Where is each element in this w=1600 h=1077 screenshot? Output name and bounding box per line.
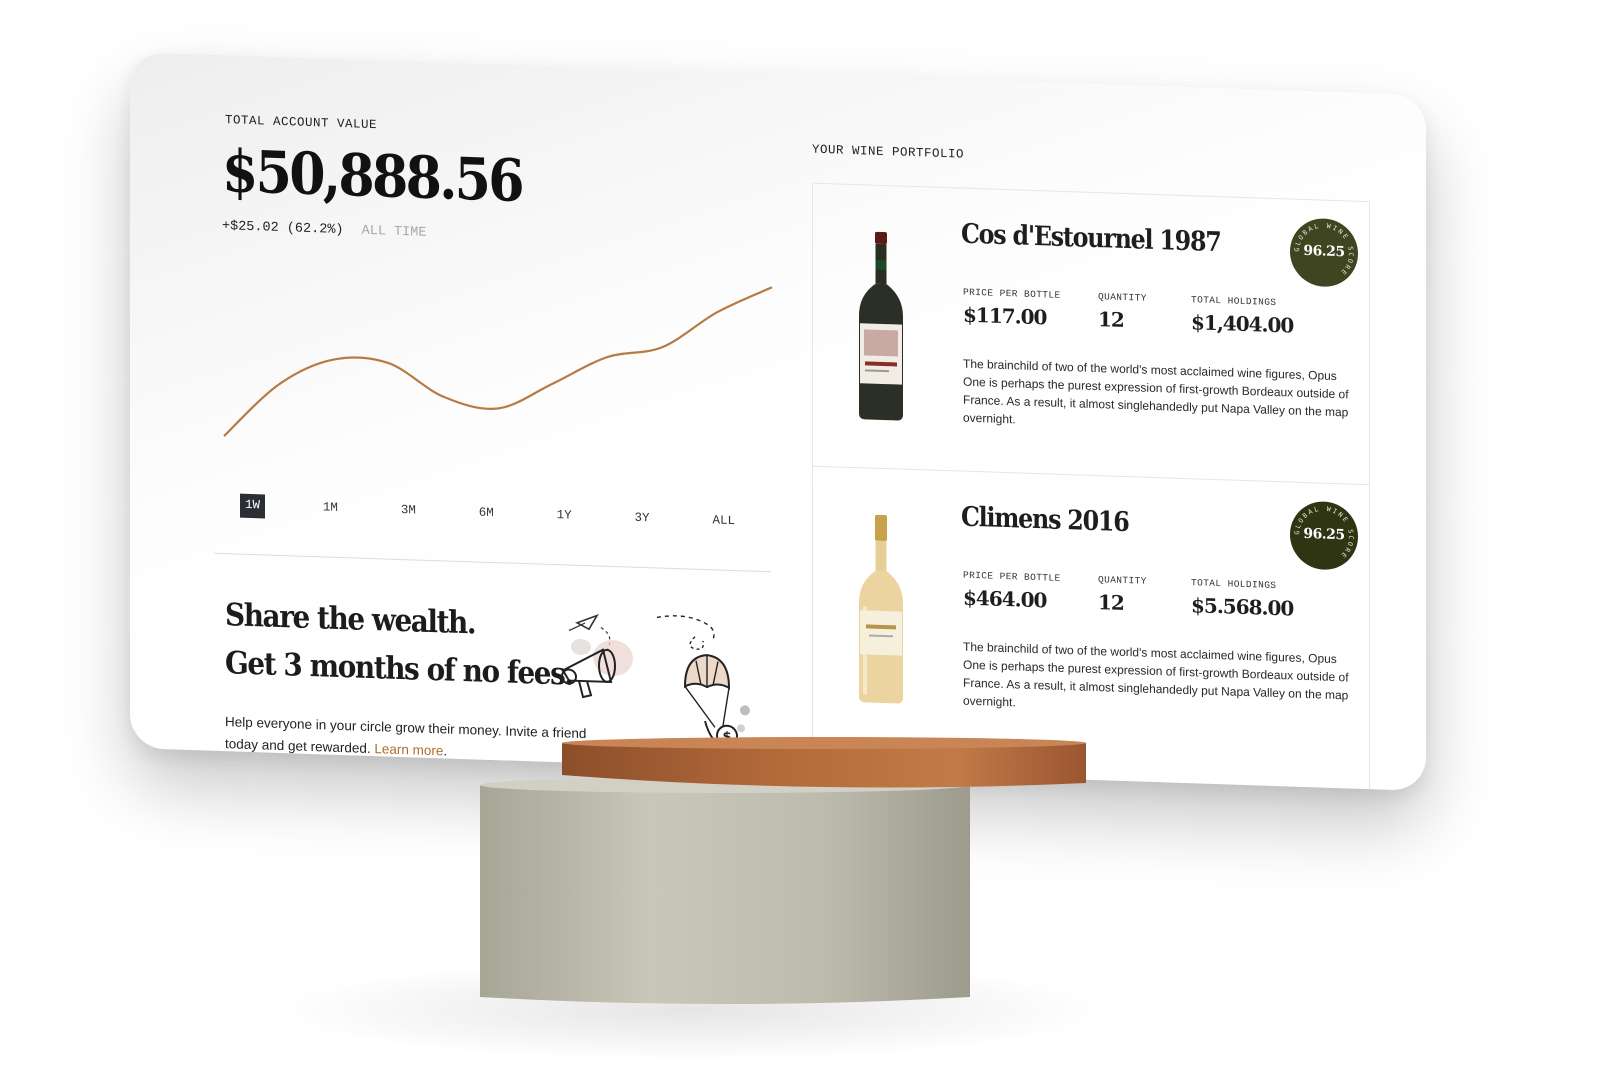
wine-name: Climens 2016 bbox=[961, 501, 1129, 539]
wine-score-badge: GLOBAL WINE SCORE 96.25 bbox=[1290, 500, 1358, 571]
range-button-1m[interactable]: 1M bbox=[318, 496, 343, 521]
total-account-value-label: TOTAL ACCOUNT VALUE bbox=[225, 113, 378, 133]
account-change: +$25.02 (62.2%) ALL TIME bbox=[222, 219, 426, 241]
promo-headline-line-2: Get 3 months of no fees. bbox=[225, 645, 573, 693]
wine-card[interactable]: Climens 2016 GLOBAL WINE SCORE 96.25 PRI… bbox=[813, 465, 1369, 767]
wine-score-badge: GLOBAL WINE SCORE 96.25 bbox=[1290, 217, 1358, 288]
wine-score: 96.25 bbox=[1303, 525, 1345, 544]
red-wine-bottle-icon bbox=[859, 231, 903, 421]
wine-description: The brainchild of two of the world's mos… bbox=[963, 356, 1349, 427]
price-label: PRICE PER BOTTLE bbox=[963, 569, 1061, 584]
quantity-label: QUANTITY bbox=[1098, 291, 1147, 304]
total-account-value: $50,888.56 bbox=[222, 137, 522, 216]
total-holdings: $1,404.00 bbox=[1191, 310, 1294, 338]
parachute-icon bbox=[683, 654, 731, 728]
wine-portfolio: Cos d'Estournel 1987 GLOBAL WINE SCORE 9… bbox=[812, 182, 1370, 791]
wine-name: Cos d'Estournel 1987 bbox=[961, 218, 1221, 259]
range-button-1w[interactable]: 1W bbox=[240, 493, 266, 519]
wine-stats: PRICE PER BOTTLE $464.00 QUANTITY 12 TOT… bbox=[963, 570, 1343, 633]
wine-stats: PRICE PER BOTTLE $117.00 QUANTITY 12 TOT… bbox=[963, 287, 1343, 350]
range-button-3m[interactable]: 3M bbox=[396, 499, 421, 524]
range-button-all[interactable]: ALL bbox=[707, 509, 740, 534]
price-per-bottle: $464.00 bbox=[963, 585, 1047, 613]
account-value-chart bbox=[223, 286, 773, 437]
quantity-label: QUANTITY bbox=[1098, 574, 1147, 587]
promo-headline: Share the wealth. Get 3 months of no fee… bbox=[225, 591, 573, 699]
wine-score: 96.25 bbox=[1303, 242, 1345, 261]
wine-card[interactable]: Cos d'Estournel 1987 GLOBAL WINE SCORE 9… bbox=[813, 184, 1369, 484]
price-per-bottle: $117.00 bbox=[963, 302, 1047, 330]
total-holdings: $5.568.00 bbox=[1191, 593, 1294, 621]
paper-plane-icon bbox=[568, 613, 599, 632]
dashboard-card: TOTAL ACCOUNT VALUE $50,888.56 +$25.02 (… bbox=[130, 52, 1426, 791]
range-button-6m[interactable]: 6M bbox=[474, 501, 499, 526]
white-wine-bottle-icon bbox=[859, 514, 903, 704]
change-amount: +$25.02 (62.2%) bbox=[222, 219, 344, 239]
holdings-label: TOTAL HOLDINGS bbox=[1191, 577, 1277, 592]
price-label: PRICE PER BOTTLE bbox=[963, 286, 1061, 301]
wine-description: The brainchild of two of the world's mos… bbox=[963, 639, 1349, 710]
stone-base bbox=[480, 777, 970, 1004]
change-period: ALL TIME bbox=[361, 223, 427, 241]
range-button-3y[interactable]: 3Y bbox=[630, 507, 655, 532]
pedestal bbox=[480, 737, 1086, 1004]
range-button-1y[interactable]: 1Y bbox=[552, 504, 577, 529]
quantity: 12 bbox=[1098, 590, 1124, 615]
series-line bbox=[223, 286, 773, 437]
time-range-selector: 1W 1M 3M 6M 1Y 3Y ALL bbox=[240, 493, 740, 535]
holdings-label: TOTAL HOLDINGS bbox=[1191, 294, 1277, 309]
section-divider bbox=[214, 552, 771, 573]
learn-more-link[interactable]: Learn more bbox=[374, 741, 443, 758]
quantity: 12 bbox=[1098, 307, 1124, 332]
portfolio-label: YOUR WINE PORTFOLIO bbox=[812, 142, 965, 162]
wooden-disc bbox=[562, 737, 1086, 788]
